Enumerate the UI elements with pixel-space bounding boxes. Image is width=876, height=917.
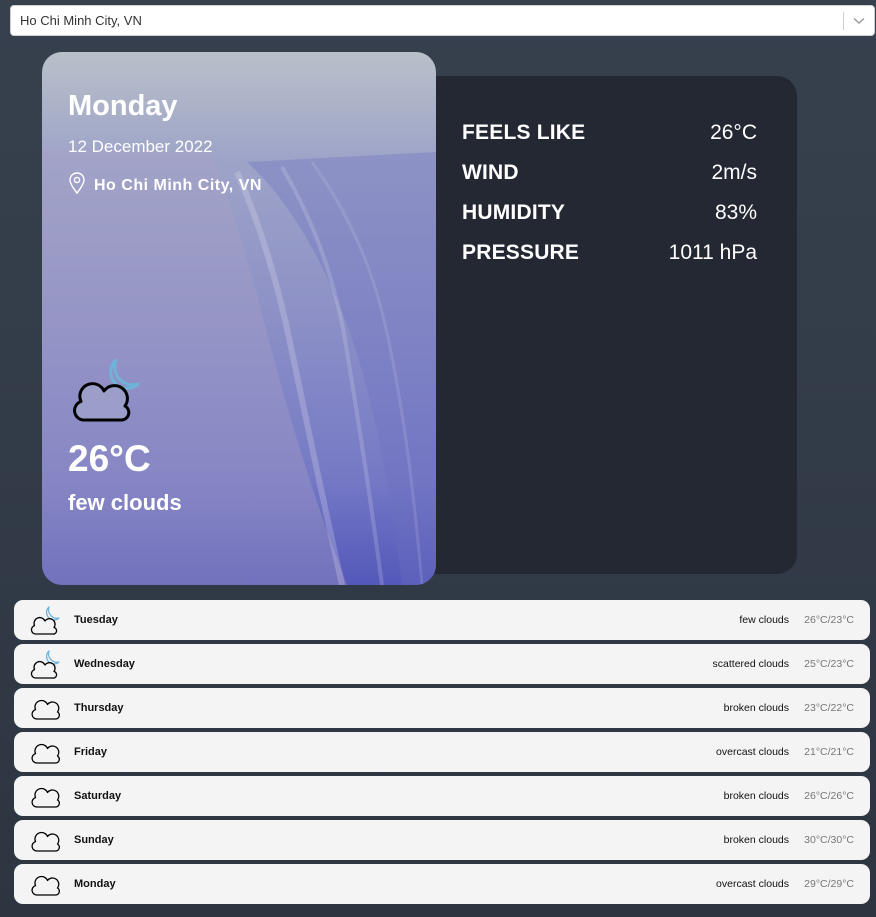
forecast-item-saturday[interactable]: Saturday broken clouds 26°C/26°C [14,776,870,816]
forecast-description: broken clouds [723,702,789,714]
forecast-description: overcast clouds [716,746,789,758]
forecast-item-sunday[interactable]: Sunday broken clouds 30°C/30°C [14,820,870,860]
forecast-description: broken clouds [723,834,789,846]
forecast-temps: 23°C/22°C [804,702,854,714]
forecast-temps: 26°C/23°C [804,614,854,626]
forecast-item-monday[interactable]: Monday overcast clouds 29°C/29°C [14,864,870,904]
cloud-icon [31,787,60,808]
detail-label: WIND [462,161,519,184]
weather-details-panel: FEELS LIKE 26°C WIND 2m/s HUMIDITY 83% P… [418,76,797,574]
detail-label: FEELS LIKE [462,121,586,144]
cloud-moon-icon [30,650,60,679]
cloud-moon-icon [72,358,144,429]
forecast-item-thursday[interactable]: Thursday broken clouds 23°C/22°C [14,688,870,728]
forecast-temps: 26°C/26°C [804,790,854,802]
forecast-day: Sunday [74,834,114,846]
forecast-item-wednesday[interactable]: Wednesday scattered clouds 25°C/23°C [14,644,870,684]
city-select[interactable]: Ho Chi Minh City, VN [10,5,875,36]
cloud-icon [31,743,60,764]
detail-row-pressure: PRESSURE 1011 hPa [462,241,757,265]
cloud-icon [31,875,60,896]
forecast-description: scattered clouds [712,658,789,670]
forecast-temps: 29°C/29°C [804,878,854,890]
detail-value: 1011 hPa [668,241,757,264]
forecast-description: overcast clouds [716,878,789,890]
detail-row-feels-like: FEELS LIKE 26°C [462,121,757,145]
forecast-day: Wednesday [74,658,135,670]
location-pin-icon [68,172,86,199]
forecast-temps: 30°C/30°C [804,834,854,846]
current-temperature: 26°C [68,438,151,479]
detail-row-humidity: HUMIDITY 83% [462,201,757,225]
forecast-item-tuesday[interactable]: Tuesday few clouds 26°C/23°C [14,600,870,640]
current-description: few clouds [68,490,182,515]
detail-value: 2m/s [711,161,757,184]
detail-row-wind: WIND 2m/s [462,161,757,185]
current-day: Monday [68,90,178,122]
cloud-moon-icon [30,606,60,635]
chevron-down-icon[interactable] [844,17,874,25]
forecast-day: Saturday [74,790,122,802]
cloud-icon [31,699,60,720]
current-location: Ho Chi Minh City, VN [68,172,262,199]
detail-label: PRESSURE [462,241,580,264]
forecast-day: Friday [74,746,108,758]
detail-value: 83% [714,201,757,224]
forecast-temps: 21°C/21°C [804,746,854,758]
detail-label: HUMIDITY [462,201,566,224]
forecast-list: Tuesday few clouds 26°C/23°C Wednesday s… [14,600,870,908]
forecast-day: Thursday [74,702,124,714]
current-date: 12 December 2022 [68,137,213,156]
city-select-value[interactable]: Ho Chi Minh City, VN [11,13,843,28]
detail-value: 26°C [710,121,757,144]
forecast-day: Tuesday [74,614,118,626]
cloud-icon [31,831,60,852]
forecast-temps: 25°C/23°C [804,658,854,670]
current-weather-card: Monday 12 December 2022 Ho Chi Minh City… [42,52,436,585]
forecast-description: broken clouds [723,790,789,802]
forecast-description: few clouds [739,614,789,626]
current-location-label: Ho Chi Minh City, VN [94,176,262,194]
forecast-item-friday[interactable]: Friday overcast clouds 21°C/21°C [14,732,870,772]
forecast-day: Monday [74,878,116,890]
